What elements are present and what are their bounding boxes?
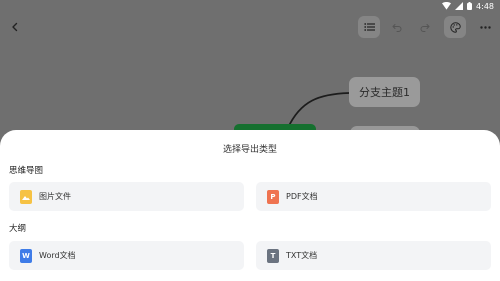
export-pdf-label: PDF文档 xyxy=(286,192,318,201)
export-pdf-option[interactable]: P PDF文档 xyxy=(256,182,491,211)
export-txt-label: TXT文档 xyxy=(286,251,318,260)
sheet-title: 选择导出类型 xyxy=(222,145,277,155)
pdf-file-icon: P xyxy=(267,189,279,204)
txt-file-icon: T xyxy=(267,248,279,263)
section-heading-outline: 大纲 xyxy=(9,224,27,234)
export-word-label: Word文档 xyxy=(39,251,76,260)
export-bottom-sheet: 选择导出类型 思维导图 图片文件 P PDF文档 大纲 W Word文档 T T… xyxy=(0,130,500,281)
branch-node[interactable]: 分支主题1 xyxy=(349,77,420,107)
branch-node-label: 分支主题1 xyxy=(359,86,410,99)
word-file-icon: W xyxy=(20,248,32,263)
image-file-icon xyxy=(20,189,32,204)
export-image-option[interactable]: 图片文件 xyxy=(9,182,244,211)
section-heading-mindmap: 思维导图 xyxy=(9,166,44,176)
export-image-label: 图片文件 xyxy=(39,192,71,201)
export-txt-option[interactable]: T TXT文档 xyxy=(256,241,491,270)
export-word-option[interactable]: W Word文档 xyxy=(9,241,244,270)
branch-connector xyxy=(286,92,350,131)
